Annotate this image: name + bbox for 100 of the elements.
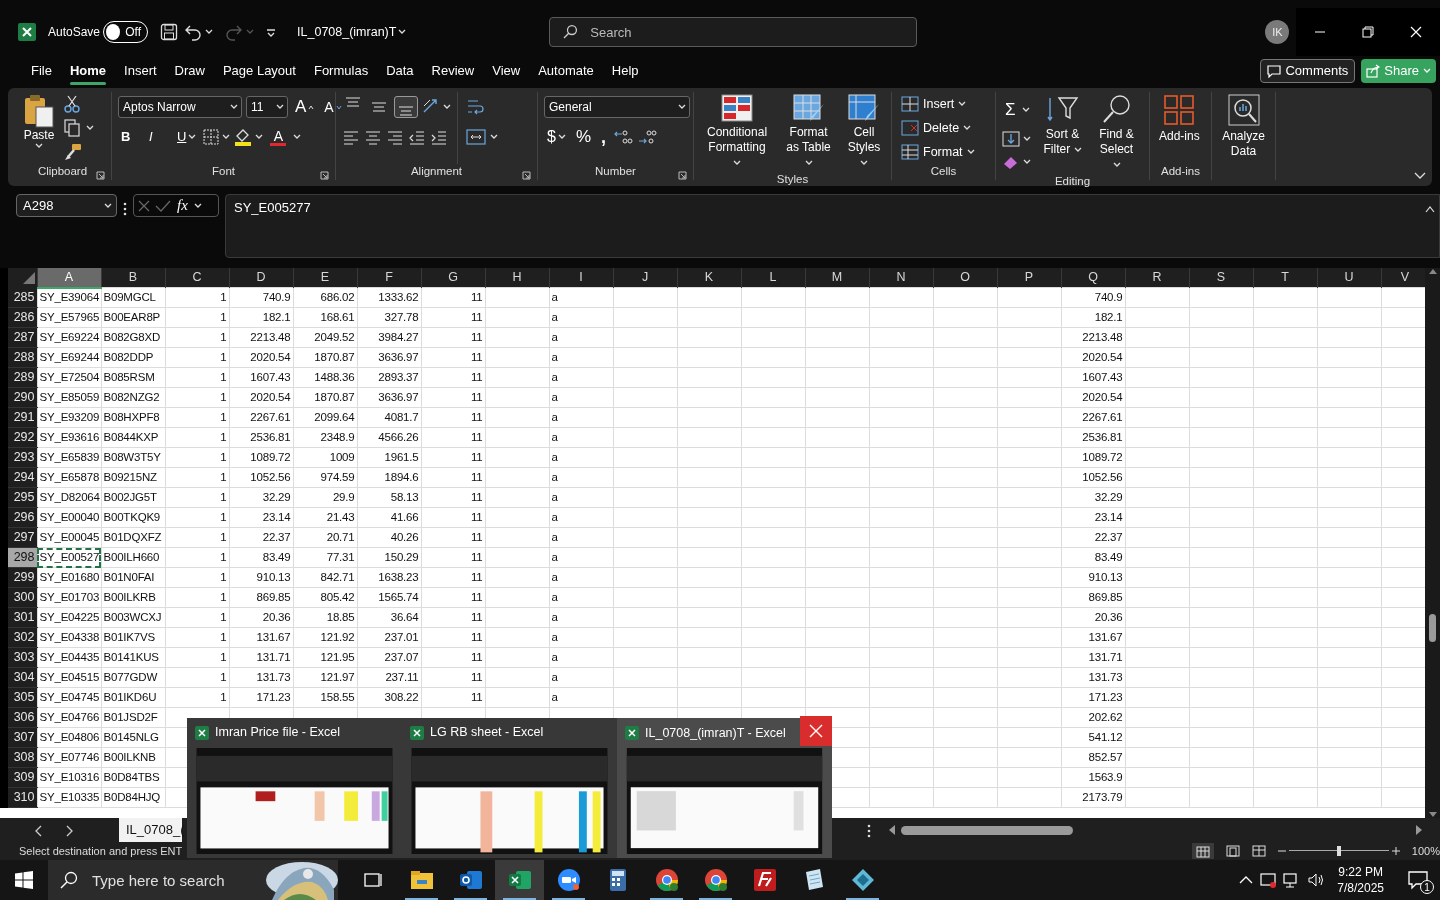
collapse-formula-icon[interactable] — [1425, 206, 1435, 214]
scrollbar-thumb[interactable] — [1429, 614, 1436, 642]
select-all-icon[interactable] — [22, 271, 35, 284]
zoom-icon[interactable] — [556, 868, 581, 892]
format-painter-icon[interactable] — [64, 143, 82, 161]
scroll-left-icon[interactable] — [888, 825, 895, 835]
chrome-icon[interactable] — [654, 868, 679, 892]
dialog-launcher-icon[interactable] — [96, 171, 105, 181]
insert-function-button[interactable]: fx — [175, 194, 190, 217]
column-header[interactable]: M — [805, 268, 869, 288]
zoom-slider-thumb[interactable] — [1336, 846, 1341, 856]
fill-color-icon[interactable] — [234, 128, 253, 146]
column-header[interactable]: H — [485, 268, 549, 288]
comma-style-button[interactable]: , — [598, 130, 610, 144]
taskbar-search-box[interactable]: Type here to search — [48, 860, 338, 900]
page-layout-icon[interactable] — [1225, 845, 1240, 857]
ribbon-tab[interactable]: Help — [602, 57, 648, 85]
task-view-icon[interactable] — [362, 871, 383, 889]
formula-field[interactable]: SY_E005277 — [225, 194, 1440, 258]
eraser-icon[interactable] — [1002, 154, 1020, 171]
ribbon-tab[interactable]: Home — [60, 57, 116, 85]
name-box[interactable]: A298 — [16, 194, 117, 217]
window-thumbnail[interactable]: Imran Price file - Excel — [187, 718, 402, 858]
clock[interactable]: 9:22 PM 7/8/2025 — [1337, 864, 1384, 896]
analyze-data-button[interactable]: Analyze Data — [1218, 92, 1269, 164]
zoom-in-icon[interactable] — [1391, 847, 1400, 855]
styles-button[interactable]: Conditional Formatting — [700, 92, 775, 172]
column-header[interactable]: U — [1317, 268, 1381, 288]
column-header[interactable]: A — [37, 268, 101, 288]
customize-icon[interactable] — [266, 27, 277, 38]
column-header[interactable]: C — [165, 268, 229, 288]
dialog-launcher-icon[interactable] — [678, 171, 687, 181]
filezilla-icon[interactable] — [752, 868, 777, 892]
paste-button[interactable]: Paste — [20, 92, 58, 164]
ribbon-tab[interactable]: Formulas — [304, 57, 378, 85]
column-header[interactable]: F — [357, 268, 421, 288]
more-icon[interactable] — [123, 201, 127, 216]
collapse-ribbon-icon[interactable] — [1414, 172, 1426, 180]
file-name-button[interactable]: IL_0708_(imran)T — [294, 21, 410, 43]
column-header[interactable]: E — [293, 268, 357, 288]
normal-view-icon[interactable] — [1195, 845, 1210, 858]
column-header[interactable]: I — [549, 268, 613, 288]
window-thumbnail[interactable]: IL_0708_(imran)T - Excel — [617, 718, 832, 858]
cells-button[interactable]: Insert — [898, 93, 978, 115]
decrease-indent-icon[interactable] — [408, 128, 426, 146]
close-button[interactable] — [800, 716, 832, 746]
page-break-icon[interactable] — [1251, 845, 1266, 857]
enter-icon[interactable] — [155, 198, 171, 213]
align-left-icon[interactable] — [342, 128, 360, 146]
copy-icon[interactable] — [64, 119, 80, 137]
merge-center-icon[interactable] — [466, 128, 486, 146]
font-family-dropdown[interactable]: Aptos Narrow — [118, 96, 242, 118]
notification-icon[interactable] — [1408, 870, 1428, 890]
search-box[interactable]: Search — [549, 17, 918, 47]
ribbon-tab[interactable]: Page Layout — [213, 57, 305, 85]
column-header[interactable]: V — [1381, 268, 1425, 288]
previous-sheet-icon[interactable] — [34, 824, 42, 837]
volume-icon[interactable] — [1307, 871, 1326, 889]
increase-font-button[interactable]: A — [292, 93, 318, 121]
increase-indent-icon[interactable] — [430, 128, 448, 146]
styles-button[interactable]: Cell Styles — [843, 92, 885, 172]
styles-button[interactable]: Format as Table — [780, 92, 838, 172]
ribbon-tab[interactable]: Automate — [529, 57, 603, 85]
comments-button[interactable]: Comments — [1260, 59, 1356, 83]
column-header[interactable]: J — [613, 268, 677, 288]
decrease-font-button[interactable]: A — [321, 95, 345, 119]
cells-button[interactable]: Delete — [898, 117, 978, 139]
cut-icon[interactable] — [64, 95, 80, 113]
column-header[interactable]: R — [1125, 268, 1189, 288]
diamond-app-icon[interactable] — [850, 868, 875, 892]
user-avatar[interactable]: IK — [1265, 20, 1290, 44]
taskbar-search-field[interactable]: Type here to search — [90, 860, 260, 900]
search-field[interactable]: Search — [588, 18, 917, 46]
column-header[interactable]: L — [741, 268, 805, 288]
decrease-decimal-icon[interactable] — [637, 128, 658, 146]
column-header[interactable]: D — [229, 268, 293, 288]
column-header[interactable]: S — [1189, 268, 1253, 288]
next-sheet-icon[interactable] — [66, 824, 74, 837]
ribbon-tab[interactable]: Data — [377, 57, 423, 85]
borders-icon[interactable] — [203, 129, 220, 145]
editing-button[interactable]: Find & Select — [1092, 92, 1141, 174]
scroll-right-icon[interactable] — [1416, 825, 1423, 835]
zoom-level[interactable]: 100% — [1411, 842, 1440, 860]
wrap-text-icon[interactable] — [466, 98, 484, 116]
underline-button[interactable]: U — [174, 126, 200, 148]
undo-icon[interactable] — [184, 23, 203, 41]
column-header[interactable]: G — [421, 268, 485, 288]
column-header[interactable]: T — [1253, 268, 1317, 288]
font-size-dropdown[interactable]: 11 — [246, 96, 288, 118]
number-format-dropdown[interactable]: General — [544, 96, 690, 118]
tray-chevron-icon[interactable] — [1239, 875, 1254, 885]
currency-button[interactable]: $ — [544, 124, 569, 150]
zoom-out-icon[interactable] — [1277, 847, 1286, 855]
fill-icon[interactable] — [1002, 130, 1020, 147]
cells-button[interactable]: Format — [898, 141, 978, 163]
ribbon-tab[interactable]: Insert — [115, 57, 166, 85]
excel-logo-icon[interactable] — [18, 23, 36, 42]
column-header[interactable]: O — [933, 268, 997, 288]
align-right-icon[interactable] — [386, 128, 404, 146]
window-thumbnail[interactable]: LG RB sheet - Excel — [402, 718, 617, 858]
